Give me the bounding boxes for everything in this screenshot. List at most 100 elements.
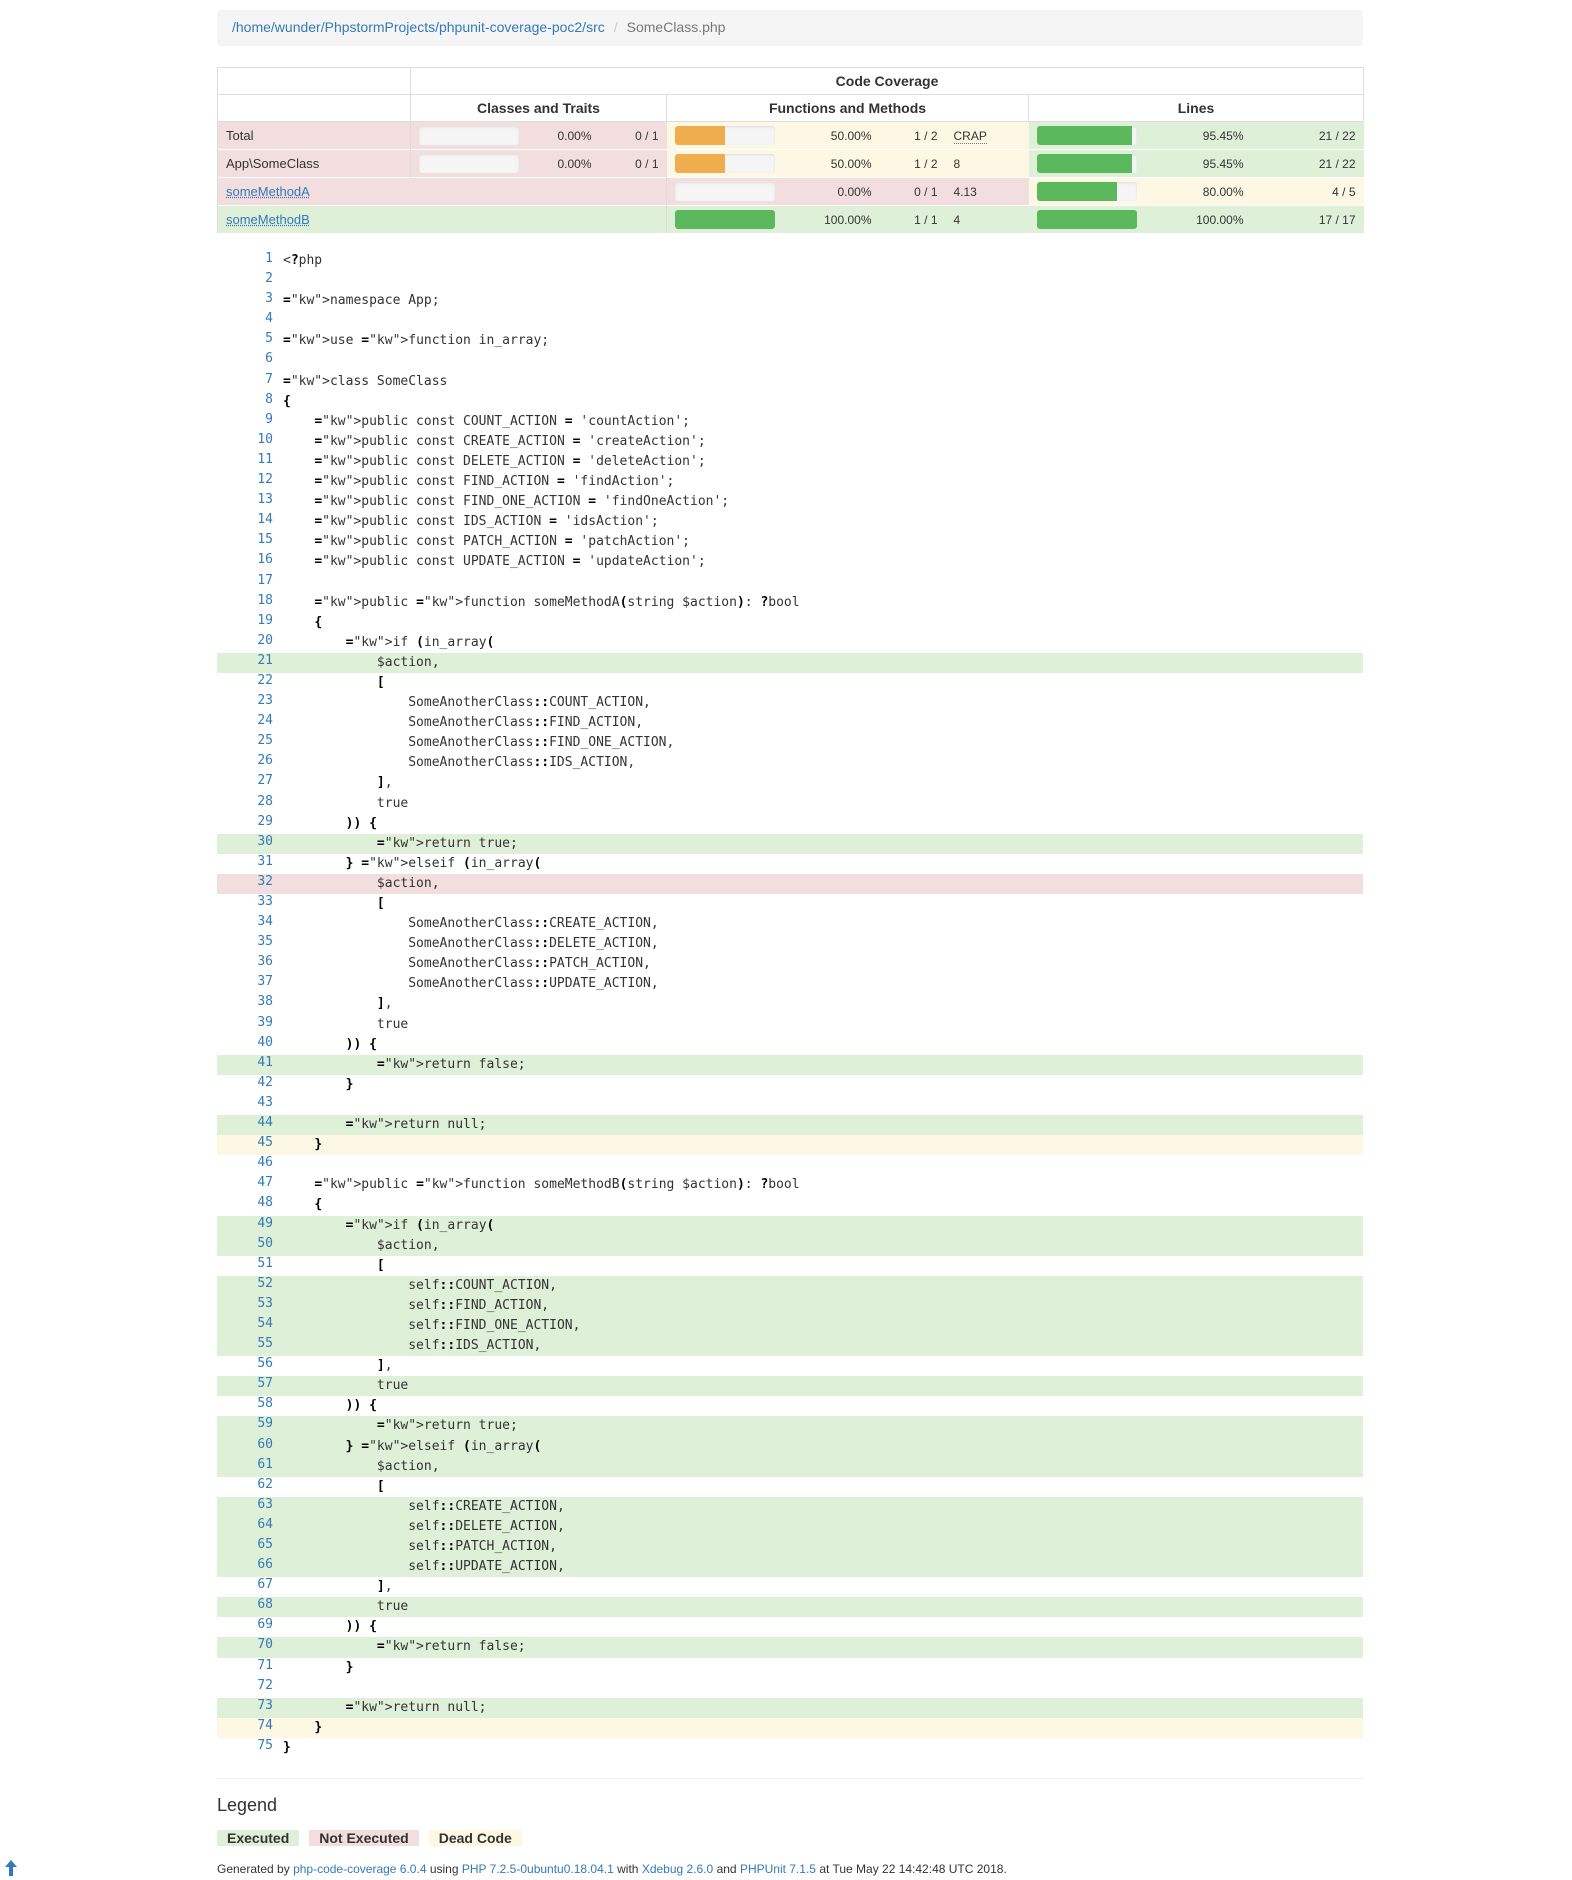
line-number-link[interactable]: 71 bbox=[217, 1658, 283, 1678]
line-number-link[interactable]: 20 bbox=[217, 633, 283, 653]
code-line: 15 ="kw">public const PATCH_ACTION = 'pa… bbox=[217, 532, 1363, 552]
line-number-link[interactable]: 48 bbox=[217, 1195, 283, 1215]
method-link-someMethodA[interactable]: someMethodA bbox=[226, 184, 310, 199]
line-number-link[interactable]: 54 bbox=[217, 1316, 283, 1336]
line-number-link[interactable]: 7 bbox=[217, 372, 283, 392]
line-number-link[interactable]: 61 bbox=[217, 1457, 283, 1477]
line-number-link[interactable]: 52 bbox=[217, 1276, 283, 1296]
crap-abbr: CRAP bbox=[953, 128, 987, 144]
code-text: ="kw">if (in_array( bbox=[345, 1217, 495, 1233]
line-number-link[interactable]: 37 bbox=[217, 974, 283, 994]
line-number-link[interactable]: 57 bbox=[217, 1376, 283, 1396]
line-number-link[interactable]: 62 bbox=[217, 1477, 283, 1497]
code-line: 72 bbox=[217, 1678, 1363, 1698]
xdebug-version-link[interactable]: Xdebug 2.6.0 bbox=[642, 1862, 713, 1876]
line-number-link[interactable]: 59 bbox=[217, 1416, 283, 1436]
line-number-link[interactable]: 2 bbox=[217, 271, 283, 291]
lines-progress bbox=[1028, 149, 1147, 178]
arrow-up-icon[interactable] bbox=[5, 1860, 17, 1880]
line-number-link[interactable]: 33 bbox=[217, 894, 283, 914]
line-number-link[interactable]: 16 bbox=[217, 552, 283, 572]
line-number-link[interactable]: 56 bbox=[217, 1356, 283, 1376]
coverage-version-link[interactable]: php-code-coverage 6.0.4 bbox=[293, 1862, 426, 1876]
line-number-link[interactable]: 31 bbox=[217, 854, 283, 874]
line-number-link[interactable]: 55 bbox=[217, 1336, 283, 1356]
line-number-link[interactable]: 36 bbox=[217, 954, 283, 974]
line-number-link[interactable]: 35 bbox=[217, 934, 283, 954]
line-number-link[interactable]: 19 bbox=[217, 613, 283, 633]
line-number-link[interactable]: 40 bbox=[217, 1035, 283, 1055]
line-number-link[interactable]: 18 bbox=[217, 593, 283, 613]
code-line: 9 ="kw">public const COUNT_ACTION = 'cou… bbox=[217, 412, 1363, 432]
line-number-link[interactable]: 12 bbox=[217, 472, 283, 492]
line-number-link[interactable]: 72 bbox=[217, 1678, 283, 1698]
line-number-link[interactable]: 27 bbox=[217, 773, 283, 793]
code-line: 48 { bbox=[217, 1195, 1363, 1215]
line-number-link[interactable]: 42 bbox=[217, 1075, 283, 1095]
line-number-link[interactable]: 15 bbox=[217, 532, 283, 552]
line-number-link[interactable]: 30 bbox=[217, 834, 283, 854]
line-number-link[interactable]: 13 bbox=[217, 492, 283, 512]
line-number-link[interactable]: 4 bbox=[217, 311, 283, 331]
line-number-link[interactable]: 43 bbox=[217, 1095, 283, 1115]
line-number-link[interactable]: 22 bbox=[217, 673, 283, 693]
line-number-link[interactable]: 68 bbox=[217, 1597, 283, 1617]
line-number-link[interactable]: 49 bbox=[217, 1216, 283, 1236]
line-number-link[interactable]: 28 bbox=[217, 794, 283, 814]
line-number-link[interactable]: 41 bbox=[217, 1055, 283, 1075]
line-number-link[interactable]: 53 bbox=[217, 1296, 283, 1316]
lines-percent: 95.45% bbox=[1146, 121, 1252, 150]
line-number-link[interactable]: 70 bbox=[217, 1637, 283, 1657]
line-number-link[interactable]: 29 bbox=[217, 814, 283, 834]
line-number-link[interactable]: 44 bbox=[217, 1115, 283, 1135]
line-number-link[interactable]: 26 bbox=[217, 753, 283, 773]
line-number-link[interactable]: 34 bbox=[217, 914, 283, 934]
php-version-link[interactable]: PHP 7.2.5-0ubuntu0.18.04.1 bbox=[462, 1862, 614, 1876]
line-number-link[interactable]: 74 bbox=[217, 1718, 283, 1738]
code-line: 47 ="kw">public ="kw">function someMetho… bbox=[217, 1175, 1363, 1195]
line-number-link[interactable]: 1 bbox=[217, 251, 283, 271]
breadcrumb-dir-link[interactable]: /home/wunder/PhpstormProjects/phpunit-co… bbox=[232, 19, 605, 35]
line-number-link[interactable]: 38 bbox=[217, 994, 283, 1014]
line-number-link[interactable]: 46 bbox=[217, 1155, 283, 1175]
line-number-link[interactable]: 63 bbox=[217, 1497, 283, 1517]
line-number-link[interactable]: 50 bbox=[217, 1236, 283, 1256]
line-number-link[interactable]: 64 bbox=[217, 1517, 283, 1537]
line-number-link[interactable]: 39 bbox=[217, 1015, 283, 1035]
line-number-link[interactable]: 67 bbox=[217, 1577, 283, 1597]
line-number-link[interactable]: 45 bbox=[217, 1135, 283, 1155]
line-number-link[interactable]: 66 bbox=[217, 1557, 283, 1577]
code-line: 3 ="kw">namespace App; bbox=[217, 291, 1363, 311]
line-number-link[interactable]: 17 bbox=[217, 573, 283, 593]
line-number-link[interactable]: 32 bbox=[217, 874, 283, 894]
line-number-link[interactable]: 9 bbox=[217, 412, 283, 432]
code-line: 50 $action, bbox=[217, 1235, 1363, 1256]
line-number-link[interactable]: 65 bbox=[217, 1537, 283, 1557]
line-number-link[interactable]: 5 bbox=[217, 331, 283, 351]
line-number-link[interactable]: 23 bbox=[217, 693, 283, 713]
line-number-link[interactable]: 51 bbox=[217, 1256, 283, 1276]
line-number-link[interactable]: 60 bbox=[217, 1437, 283, 1457]
phpunit-version-link[interactable]: PHPUnit 7.1.5 bbox=[740, 1862, 816, 1876]
method-link-someMethodB[interactable]: someMethodB bbox=[226, 212, 310, 227]
lines-fraction: 17 / 17 bbox=[1251, 205, 1364, 233]
line-number-link[interactable]: 3 bbox=[217, 291, 283, 311]
line-number-link[interactable]: 58 bbox=[217, 1396, 283, 1416]
line-number-link[interactable]: 73 bbox=[217, 1698, 283, 1718]
progress-bar bbox=[419, 154, 519, 173]
line-number-link[interactable]: 11 bbox=[217, 452, 283, 472]
line-number-link[interactable]: 25 bbox=[217, 733, 283, 753]
line-number-link[interactable]: 47 bbox=[217, 1175, 283, 1195]
line-number-link[interactable]: 24 bbox=[217, 713, 283, 733]
line-number-link[interactable]: 69 bbox=[217, 1617, 283, 1637]
code-text: true bbox=[283, 1378, 409, 1394]
line-number-link[interactable]: 10 bbox=[217, 432, 283, 452]
line-number-link[interactable]: 6 bbox=[217, 351, 283, 371]
line-number-link[interactable]: 21 bbox=[217, 653, 283, 673]
line-number-link[interactable]: 75 bbox=[217, 1738, 283, 1758]
line-number-link[interactable]: 8 bbox=[217, 392, 283, 412]
line-number-link[interactable]: 14 bbox=[217, 512, 283, 532]
